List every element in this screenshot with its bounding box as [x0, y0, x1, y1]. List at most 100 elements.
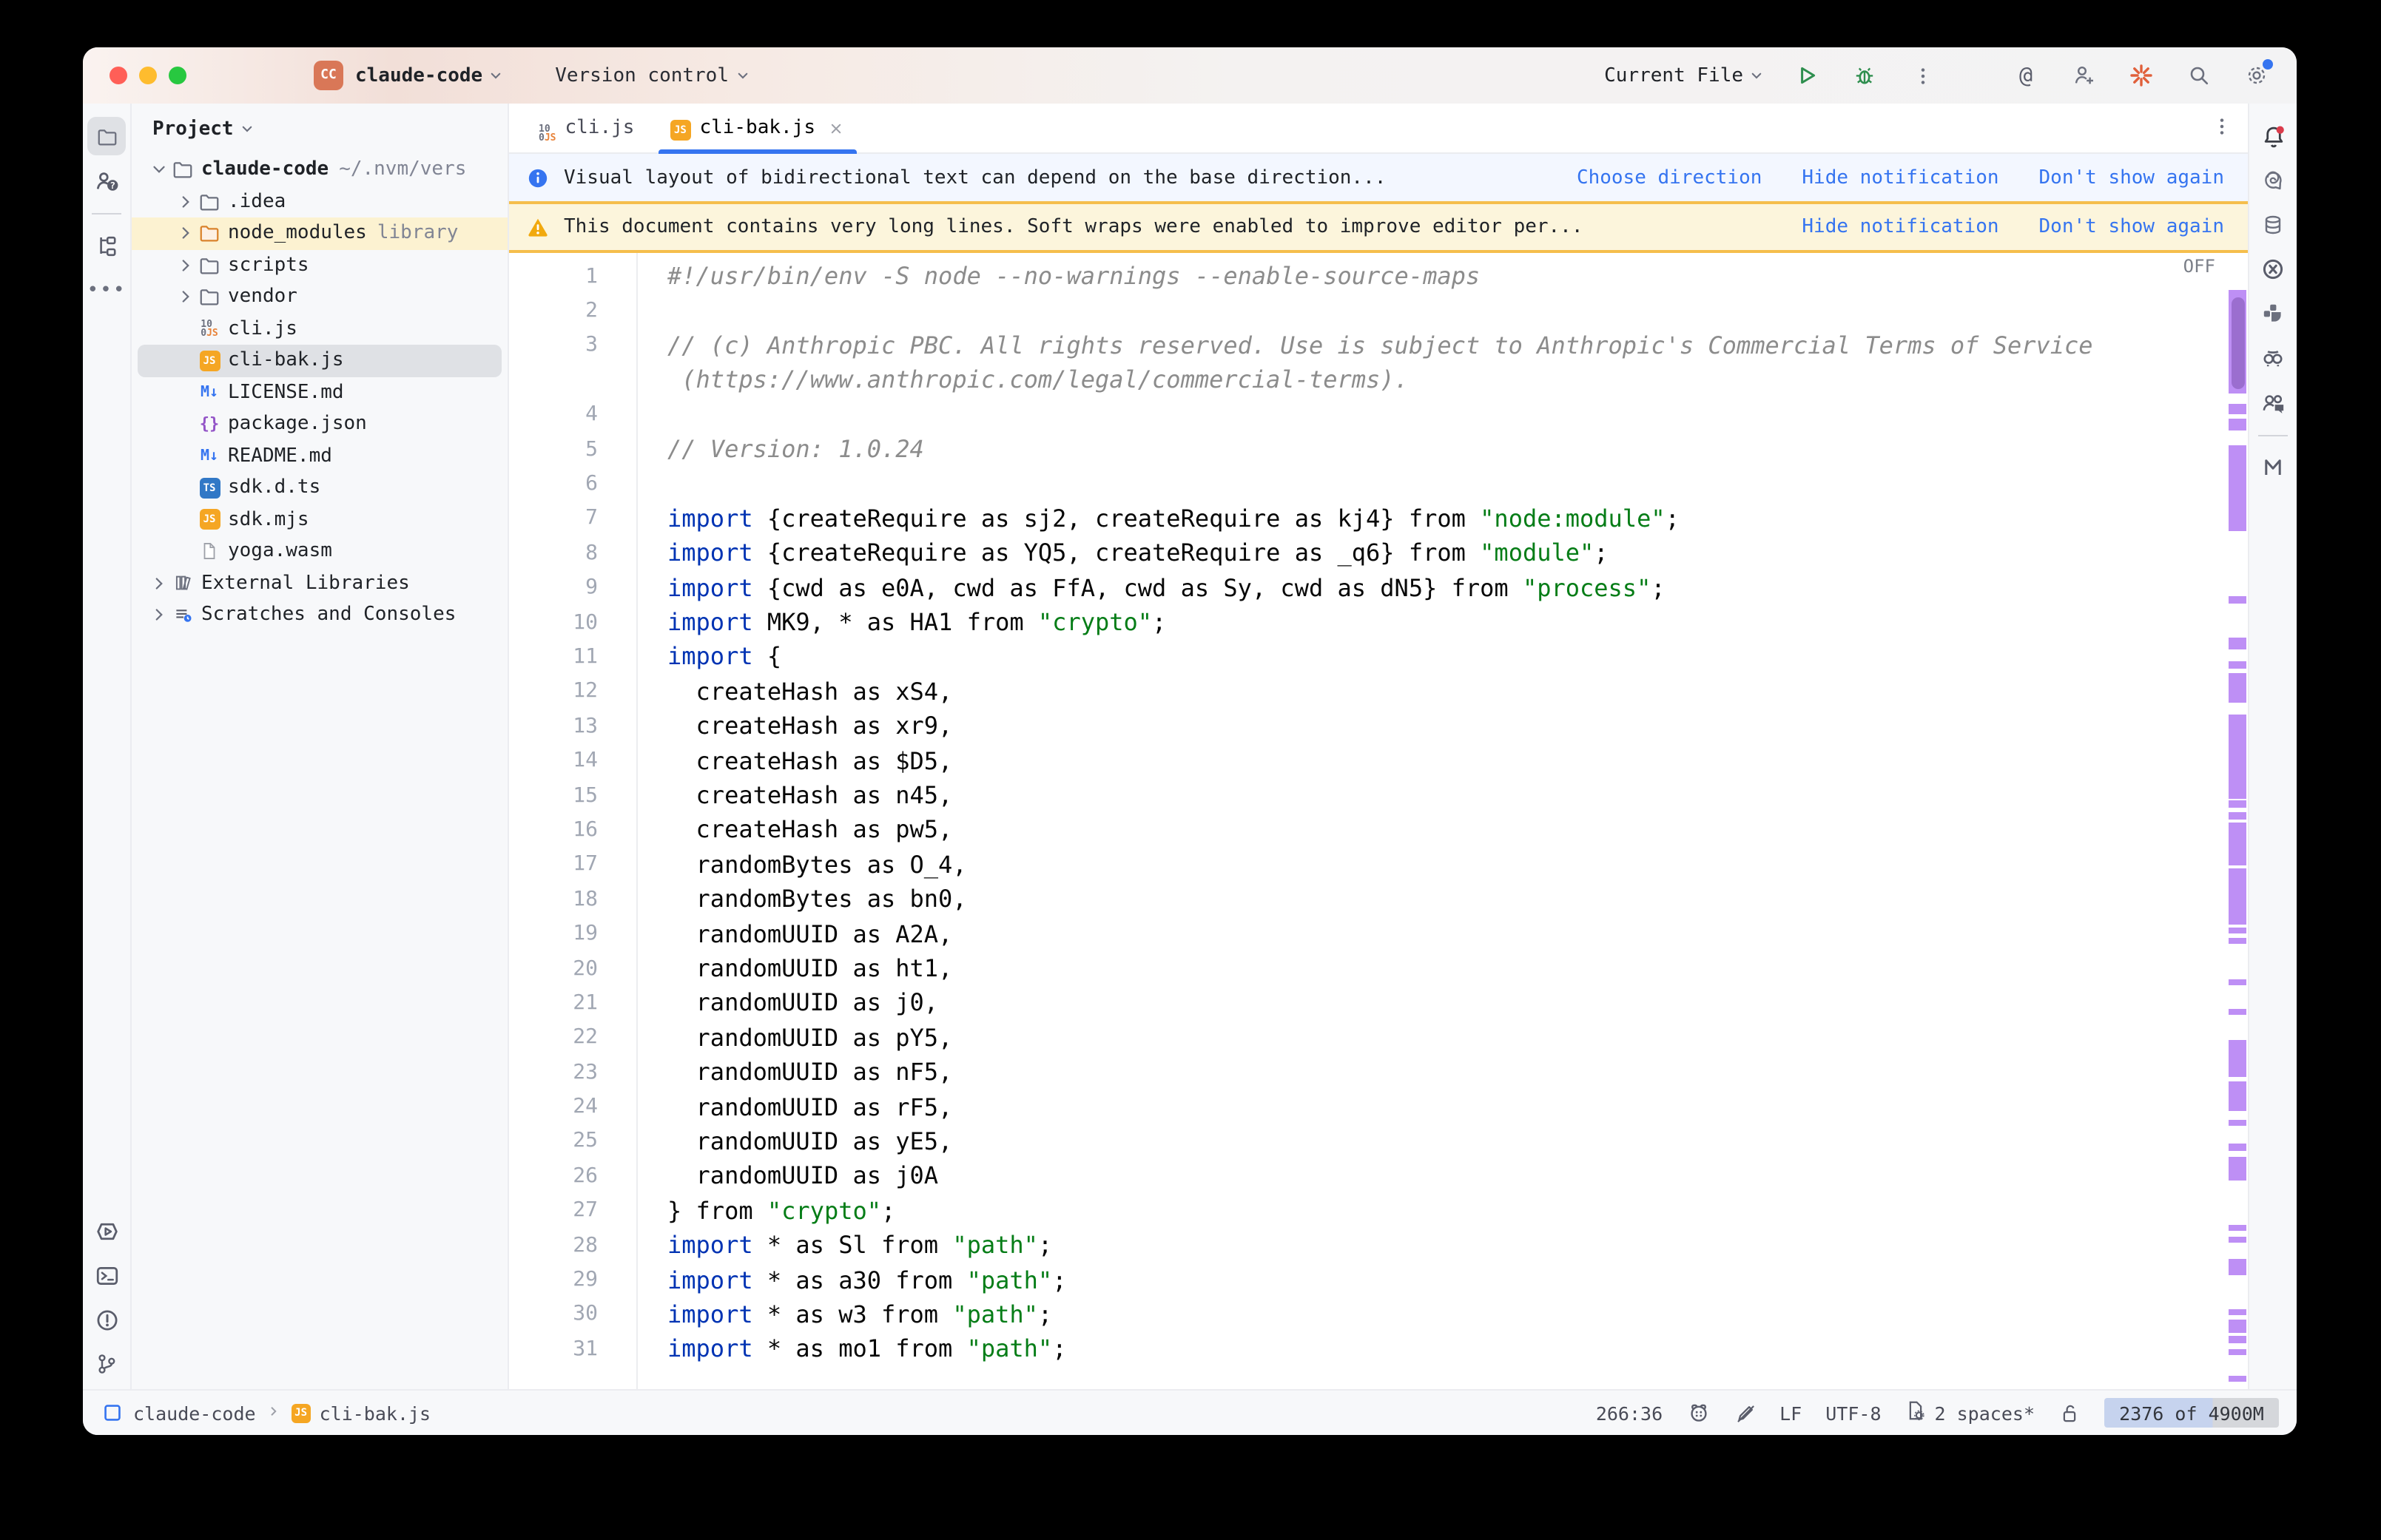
code-text: import * as a30 from "path"; [598, 1266, 1066, 1294]
more-tool-windows-button[interactable]: ••• [87, 271, 126, 309]
notifications-bell-icon[interactable] [2254, 117, 2292, 155]
ai-assistant-chat-icon[interactable] [2254, 161, 2292, 200]
breadcrumb-file[interactable]: cli-bak.js [320, 1402, 431, 1424]
line-separator-widget[interactable]: LF [1779, 1402, 1802, 1424]
tree-item-scratches-and-consoles[interactable]: Scratches and Consoles [132, 599, 508, 631]
banner-link-don-t-show-again[interactable]: Don't show again [2039, 166, 2224, 189]
run-configuration-selector[interactable]: Current File [1604, 64, 1765, 87]
banner-link-don-t-show-again[interactable]: Don't show again [2039, 216, 2224, 238]
m-letter-icon[interactable] [2254, 448, 2292, 487]
database-tool-button[interactable] [2254, 206, 2292, 244]
tree-item-package.json[interactable]: {}package.json [132, 408, 508, 440]
tab-options-kebab-icon[interactable] [2211, 115, 2233, 143]
chevron-down-icon[interactable] [147, 161, 170, 180]
zoom-window-button[interactable] [169, 67, 186, 84]
banner-link-hide-notification[interactable]: Hide notification [1802, 166, 1998, 189]
close-icon[interactable] [827, 119, 845, 137]
more-actions-button[interactable] [1906, 59, 1939, 92]
services-tool-button[interactable] [87, 1212, 126, 1250]
vcs-change-mark [2229, 1336, 2246, 1343]
code-line: 21 randomUUID as j0, [509, 985, 2224, 1020]
chevron-down-icon [733, 67, 751, 84]
tree-item-license.md[interactable]: M↓LICENSE.md [132, 376, 508, 408]
soft-wrap-off-indicator[interactable]: OFF [2183, 256, 2215, 277]
code-line: 12 createHash as xS4, [509, 674, 2224, 709]
project-panel-header[interactable]: Project [132, 104, 508, 154]
indent-widget[interactable]: 2 spaces* [1905, 1399, 2035, 1426]
users-question-icon[interactable]: ? [87, 161, 126, 200]
line-number: 22 [509, 1026, 598, 1050]
vcs-selector[interactable]: Version control [555, 64, 729, 87]
vcs-change-mark [2229, 1320, 2246, 1333]
caret-position-widget[interactable]: 266:36 [1596, 1402, 1663, 1424]
line-number: 24 [509, 1095, 598, 1118]
vcs-change-stripes-scrollbar[interactable] [2226, 253, 2248, 1389]
chevron-right-icon[interactable] [173, 192, 197, 212]
app-icon: CC [314, 61, 343, 90]
problems-tool-button[interactable] [87, 1300, 126, 1339]
line-number: 6 [509, 472, 598, 496]
x-circle-icon[interactable] [2254, 250, 2292, 288]
project-tool-button[interactable] [87, 117, 126, 155]
code-text: randomUUID as rF5, [598, 1092, 952, 1121]
tree-item-node-modules[interactable]: node_moduleslibrary [132, 217, 508, 249]
inspections-hector-icon[interactable] [1686, 1401, 1710, 1425]
tree-item-vendor[interactable]: vendor [132, 281, 508, 313]
tab-cli-bak.js[interactable]: JScli-bak.js [652, 104, 863, 152]
tab-label: cli-bak.js [699, 117, 815, 139]
no-highlighting-icon[interactable] [1734, 1402, 1756, 1424]
chevron-right-icon[interactable] [173, 256, 197, 275]
minimize-window-button[interactable] [139, 67, 157, 84]
tree-item-label: cli.js [228, 318, 297, 340]
json-icon: {} [197, 415, 222, 434]
tree-item-cli.js[interactable]: 100JScli.js [132, 313, 508, 345]
encoding-widget[interactable]: UTF-8 [1825, 1402, 1881, 1424]
tree-item-scripts[interactable]: scripts [132, 249, 508, 281]
vcs-change-mark [2229, 868, 2246, 925]
search-everywhere-icon[interactable] [2183, 59, 2215, 92]
plus-blocks-icon[interactable] [2254, 294, 2292, 333]
breadcrumb-project[interactable]: claude-code [133, 1402, 256, 1424]
code-text: // (c) Anthropic PBC. All rights reserve… [598, 331, 2093, 359]
banner-link-choose-direction[interactable]: Choose direction [1577, 166, 1762, 189]
tab-cli.js[interactable]: 100JScli.js [521, 104, 652, 152]
tree-item-sdk.mjs[interactable]: JSsdk.mjs [132, 504, 508, 536]
run-button[interactable] [1791, 59, 1823, 92]
line-number: 19 [509, 922, 598, 945]
memory-indicator[interactable]: 2376 of 4900M [2104, 1398, 2279, 1428]
people-chat-icon[interactable] [2254, 383, 2292, 422]
line-number: 12 [509, 680, 598, 703]
code-with-me-user-icon[interactable] [2067, 59, 2100, 92]
tree-item-external-libraries[interactable]: External Libraries [132, 567, 508, 599]
tree-item-.idea[interactable]: .idea [132, 186, 508, 217]
chevron-right-icon[interactable] [147, 574, 170, 593]
tree-item-sdk.d.ts[interactable]: TSsdk.d.ts [132, 472, 508, 504]
vcs-change-mark [2229, 1040, 2246, 1077]
tree-item-readme.md[interactable]: M↓README.md [132, 440, 508, 472]
code-line: 6 [509, 467, 2224, 501]
scrollbar-thumb[interactable] [2231, 297, 2244, 389]
chevron-right-icon[interactable] [147, 606, 170, 625]
tree-item-claude-code[interactable]: claude-code~/.nvm/vers [132, 154, 508, 186]
debug-button[interactable] [1848, 59, 1881, 92]
code-editor[interactable]: 1#!/usr/bin/env -S node --no-warnings --… [509, 253, 2248, 1389]
info-icon [527, 166, 549, 189]
terminal-tool-button[interactable] [87, 1256, 126, 1294]
readonly-lock-icon[interactable] [2058, 1402, 2081, 1424]
project-selector[interactable]: claude-code [355, 64, 482, 87]
settings-gear-icon[interactable] [2240, 59, 2273, 92]
banner-link-hide-notification[interactable]: Hide notification [1802, 216, 1998, 238]
vcs-change-mark [2229, 1081, 2246, 1111]
chevron-right-icon[interactable] [173, 224, 197, 243]
owl-glasses-icon[interactable] [2254, 339, 2292, 377]
tree-item-yoga.wasm[interactable]: yoga.wasm [132, 536, 508, 567]
ai-assistant-icon[interactable]: @ [2010, 59, 2042, 92]
line-number: 21 [509, 991, 598, 1015]
close-window-button[interactable] [110, 67, 127, 84]
structure-tool-button[interactable] [87, 226, 126, 265]
chevron-right-icon[interactable] [173, 288, 197, 307]
starburst-icon[interactable] [2125, 59, 2158, 92]
code-text: randomBytes as O_4, [598, 851, 967, 879]
tree-item-cli-bak.js[interactable]: JScli-bak.js [132, 345, 508, 376]
git-branch-icon[interactable] [87, 1345, 126, 1383]
